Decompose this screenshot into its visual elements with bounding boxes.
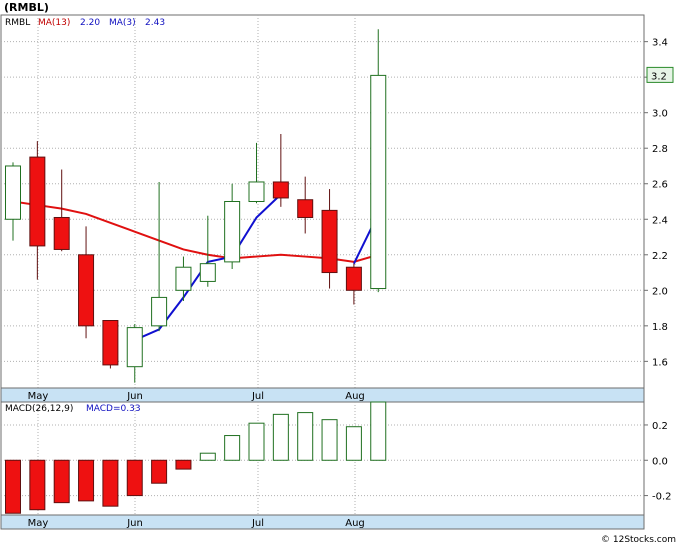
price-y-tick-label: 1.6 — [652, 357, 668, 368]
x-axis-label: May — [28, 391, 49, 402]
macd-bar-positive — [248, 422, 265, 461]
candle-down — [102, 320, 119, 366]
x-axis-label: Jul — [251, 518, 264, 529]
macd-bar-negative — [29, 459, 46, 511]
price-y-tick-label: 2.4 — [652, 215, 668, 226]
price-y-tick-label: 3.0 — [652, 109, 668, 120]
macd-y-tick-label: -0.2 — [652, 492, 672, 503]
legend-ma13-label: MA(13) — [38, 18, 70, 28]
candle-up — [5, 165, 21, 220]
candle-down — [321, 209, 338, 274]
price-y-tick-label: 2.8 — [652, 144, 668, 155]
macd-bar-negative — [126, 459, 143, 497]
candle-up — [224, 201, 241, 263]
price-x-axis-band — [0, 387, 645, 403]
candle-up — [199, 263, 216, 282]
macd-x-axis-band — [0, 514, 645, 530]
price-panel: 1.61.82.02.22.42.62.83.03.23.43.2 MayJun… — [0, 14, 674, 403]
macd-bar-positive — [199, 452, 216, 461]
macd-bar-negative — [175, 459, 192, 470]
candle-down — [78, 254, 95, 327]
macd-legend-label: MACD(26,12,9) — [5, 404, 73, 414]
macd-bar-positive — [370, 401, 387, 461]
candle-up — [126, 327, 143, 368]
macd-bar-positive — [224, 435, 241, 461]
candle-down — [345, 266, 362, 291]
macd-bar-positive — [345, 426, 362, 461]
macd-legend-value: MACD=0.33 — [86, 404, 141, 414]
macd-legend: MACD(26,12,9) MACD=0.33 — [5, 404, 141, 414]
macd-bar-negative — [53, 459, 70, 504]
macd-y-tick-label: 0.0 — [652, 456, 668, 467]
candle-down — [29, 156, 46, 247]
candle-up — [151, 296, 168, 327]
stock-chart: 1.61.82.02.22.42.62.83.03.23.43.2 MayJun… — [0, 0, 680, 546]
candle-down — [53, 216, 70, 250]
legend-ma13-value: 2.20 — [80, 18, 100, 28]
price-plot-frame — [0, 14, 645, 389]
price-y-tick-label: 2.6 — [652, 180, 668, 191]
macd-bar-positive — [272, 413, 289, 461]
price-y-tick-label: 3.4 — [652, 38, 668, 49]
x-axis-label: May — [28, 518, 49, 529]
candle-down — [297, 199, 314, 218]
last-price-label: 3.2 — [651, 71, 667, 82]
x-axis-label: Jul — [251, 391, 264, 402]
macd-bar-negative — [151, 459, 168, 484]
x-axis-label: Aug — [345, 391, 365, 402]
macd-bar-positive — [297, 412, 314, 461]
candle-up — [370, 74, 387, 290]
candle-up — [248, 181, 265, 202]
candle-up — [175, 266, 192, 291]
macd-bar-negative — [5, 459, 21, 514]
macd-bar-negative — [78, 459, 95, 502]
price-y-tick-label: 1.8 — [652, 322, 668, 333]
macd-bar-positive — [321, 419, 338, 461]
x-axis-label: Jun — [126, 391, 143, 402]
legend-ma3-label: MA(3) — [109, 18, 136, 28]
footer-copyright: © 12Stocks.com — [601, 535, 676, 545]
x-axis-label: Aug — [345, 518, 365, 529]
price-y-tick-label: 2.2 — [652, 251, 668, 262]
price-y-tick-label: 2.0 — [652, 286, 668, 297]
legend-ma3-value: 2.43 — [145, 18, 165, 28]
macd-bar-negative — [102, 459, 119, 507]
x-axis-label: Jun — [126, 518, 143, 529]
chart-title: (RMBL) — [4, 1, 49, 14]
candle-down — [272, 181, 289, 199]
macd-y-tick-label: 0.2 — [652, 421, 668, 432]
legend-symbol: RMBL — [5, 18, 30, 28]
macd-panel: 0.2 0.0 -0.2 May Jun Jul Aug — [0, 401, 672, 530]
